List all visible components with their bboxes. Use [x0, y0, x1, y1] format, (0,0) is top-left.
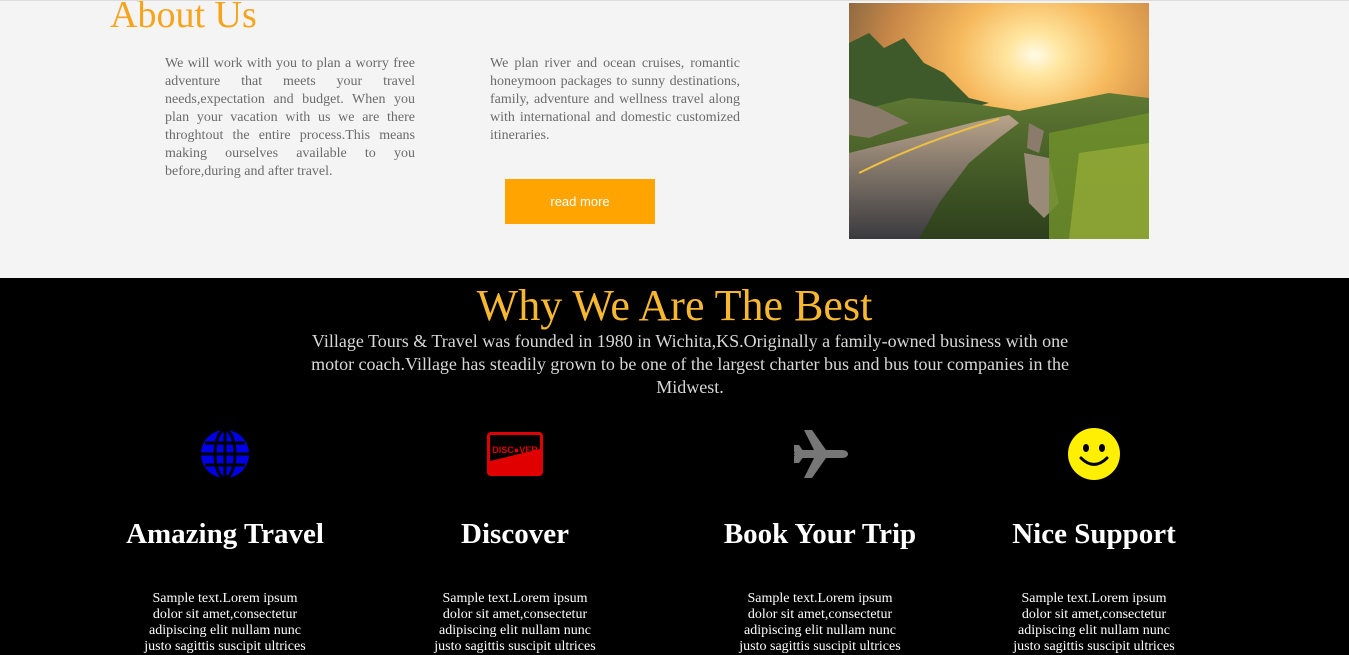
- feature-title: Nice Support: [1012, 518, 1176, 550]
- read-more-button[interactable]: read more: [505, 179, 655, 224]
- feature-text: Sample text.Lorem ipsum dolor sit amet,c…: [739, 591, 901, 654]
- why-best-section: Why We Are The Best Village Tours & Trav…: [0, 278, 1349, 654]
- smiley-icon: [1064, 426, 1124, 482]
- svg-text:DISC●VER: DISC●VER: [492, 445, 538, 455]
- about-text-right: We plan river and ocean cruises, romanti…: [490, 56, 740, 143]
- road-sunset-photo: [849, 3, 1149, 239]
- feature-title: Amazing Travel: [126, 518, 324, 550]
- airplane-icon: [790, 426, 850, 482]
- globe-icon: [195, 426, 255, 482]
- feature-title: Discover: [461, 518, 569, 550]
- feature-text: Sample text.Lorem ipsum dolor sit amet,c…: [144, 591, 306, 654]
- feature-text: Sample text.Lorem ipsum dolor sit amet,c…: [434, 591, 596, 654]
- feature-text: Sample text.Lorem ipsum dolor sit amet,c…: [1013, 591, 1175, 654]
- why-best-title: Why We Are The Best: [476, 281, 873, 330]
- discover-card-icon: DISC●VER: [485, 426, 545, 482]
- feature-title: Book Your Trip: [723, 518, 917, 550]
- about-title: About Us: [110, 0, 257, 36]
- about-text-left: We will work with you to plan a worry fr…: [165, 56, 415, 179]
- why-best-intro: Village Tours & Travel was founded in 19…: [311, 331, 1069, 397]
- about-section: About Us We will work with you to plan a…: [0, 0, 1349, 278]
